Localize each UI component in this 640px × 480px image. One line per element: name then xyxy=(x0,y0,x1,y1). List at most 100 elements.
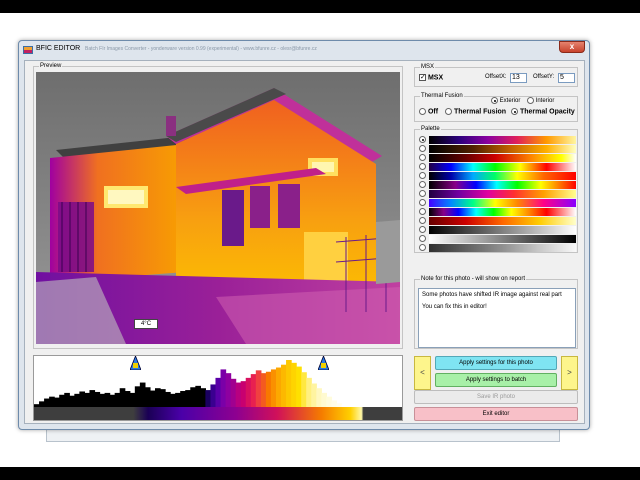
palette-radio-7[interactable] xyxy=(419,190,426,197)
client-area: Preview 4°C MSX ✓ MSX OffsetX: 13 Offset… xyxy=(24,60,585,424)
palette-swatch-6[interactable] xyxy=(429,181,576,189)
histogram-bar xyxy=(220,369,227,407)
histogram-bar xyxy=(79,391,86,407)
next-photo-button[interactable]: > xyxy=(561,356,578,390)
histogram-bar xyxy=(235,382,242,407)
thermal-preview-image[interactable]: 4°C xyxy=(36,72,400,344)
fusion-thermal-radio[interactable] xyxy=(445,108,452,115)
range-min-handle[interactable] xyxy=(130,356,141,370)
histogram-bar xyxy=(94,391,101,407)
fusion-off-row[interactable]: Off xyxy=(419,108,438,115)
palette-radio-11[interactable] xyxy=(419,226,426,233)
histogram-bar xyxy=(89,390,96,407)
fusion-opacity-radio[interactable] xyxy=(511,108,518,115)
histogram-bar xyxy=(185,390,191,407)
palette-swatch-4[interactable] xyxy=(429,163,576,171)
close-button[interactable]: x xyxy=(559,41,585,53)
palette-radio-3[interactable] xyxy=(419,154,426,161)
fusion-thermal-row[interactable]: Thermal Fusion xyxy=(445,108,506,115)
histogram-chart xyxy=(34,360,363,407)
palette-option-8[interactable] xyxy=(419,199,579,207)
palette-radio-4[interactable] xyxy=(419,163,426,170)
interior-radio[interactable] xyxy=(527,97,534,104)
note-legend: Note for this photo - will show on repor… xyxy=(420,275,527,283)
palette-radio-6[interactable] xyxy=(419,181,426,188)
thermal-fusion-group: Thermal Fusion Exterior Interior Off The… xyxy=(414,92,578,122)
palette-option-3[interactable] xyxy=(419,154,579,162)
palette-option-11[interactable] xyxy=(419,226,579,234)
thermal-fusion-legend: Thermal Fusion xyxy=(420,92,464,100)
palette-swatch-5[interactable] xyxy=(429,172,576,180)
preview-legend: Preview xyxy=(39,62,63,70)
msx-group: MSX ✓ MSX OffsetX: 13 OffsetY: 5 xyxy=(414,63,578,87)
exterior-radio[interactable] xyxy=(491,97,498,104)
palette-option-12[interactable] xyxy=(419,235,579,243)
palette-option-4[interactable] xyxy=(419,163,579,171)
prev-photo-button[interactable]: < xyxy=(414,356,431,390)
fusion-off-radio[interactable] xyxy=(419,108,426,115)
palette-radio-8[interactable] xyxy=(419,199,426,206)
palette-radio-12[interactable] xyxy=(419,235,426,242)
msx-checkbox[interactable]: ✓ xyxy=(419,74,426,81)
range-max-handle[interactable] xyxy=(318,356,329,370)
palette-option-9[interactable] xyxy=(419,208,579,216)
palette-radio-5[interactable] xyxy=(419,172,426,179)
palette-option-1[interactable] xyxy=(419,136,579,144)
note-textarea[interactable]: Some photos have shifted IR image agains… xyxy=(418,288,576,348)
save-ir-photo-button[interactable]: Save IR photo xyxy=(414,390,578,404)
palette-option-6[interactable] xyxy=(419,181,579,189)
histogram-bar xyxy=(311,383,317,407)
palette-option-2[interactable] xyxy=(419,145,579,153)
palette-option-5[interactable] xyxy=(419,172,579,180)
title-bar[interactable]: BFIC EDITOR Batch FIr Images Converter -… xyxy=(19,41,589,59)
palette-swatch-10[interactable] xyxy=(429,217,576,225)
palette-radio-1[interactable] xyxy=(419,136,426,143)
histogram-bar xyxy=(281,364,287,407)
palette-swatch-3[interactable] xyxy=(429,154,576,162)
palette-radio-9[interactable] xyxy=(419,208,426,215)
fusion-opacity-row[interactable]: Thermal Opacity xyxy=(511,108,575,115)
palette-radio-13[interactable] xyxy=(419,244,426,251)
histogram-bar xyxy=(160,389,166,407)
palette-option-13[interactable] xyxy=(419,244,579,252)
palette-group: Palette xyxy=(414,125,579,253)
offset-y-label: OffsetY: xyxy=(533,74,555,80)
letterbox-bottom xyxy=(0,467,640,480)
interior-radio-row[interactable]: Interior xyxy=(527,97,554,104)
histogram-bar xyxy=(119,388,126,407)
msx-checkbox-row[interactable]: ✓ MSX xyxy=(419,74,443,81)
palette-swatch-12[interactable] xyxy=(429,235,576,243)
histogram-bar xyxy=(114,392,121,407)
msx-legend: MSX xyxy=(420,63,436,71)
chevron-right-icon: > xyxy=(567,368,572,377)
histogram-bar xyxy=(270,369,277,407)
palette-swatch-7[interactable] xyxy=(429,190,576,198)
thermal-house-picture xyxy=(36,72,400,344)
apply-photo-button[interactable]: Apply settings for this photo xyxy=(435,356,557,370)
apply-batch-button[interactable]: Apply settings to batch xyxy=(435,373,557,387)
palette-swatch-8[interactable] xyxy=(429,199,576,207)
histogram-bar xyxy=(200,388,206,407)
palette-swatch-13[interactable] xyxy=(429,244,576,252)
palette-swatch-2[interactable] xyxy=(429,145,576,153)
offset-x-input[interactable]: 13 xyxy=(510,73,527,83)
palette-radio-10[interactable] xyxy=(419,217,426,224)
histogram-bar xyxy=(240,381,247,407)
exterior-radio-row[interactable]: Exterior xyxy=(491,97,520,104)
palette-option-10[interactable] xyxy=(419,217,579,225)
palette-swatch-9[interactable] xyxy=(429,208,576,216)
exit-editor-button[interactable]: Exit editor xyxy=(414,407,578,421)
note-group: Note for this photo - will show on repor… xyxy=(414,275,578,349)
histogram-bar xyxy=(316,388,322,407)
palette-swatch-11[interactable] xyxy=(429,226,576,234)
palette-radio-2[interactable] xyxy=(419,145,426,152)
histogram-bar xyxy=(99,393,106,407)
offset-y-input[interactable]: 5 xyxy=(558,73,575,83)
histogram-bar xyxy=(275,367,282,407)
histogram-bar xyxy=(291,362,297,407)
palette-swatch-1[interactable] xyxy=(429,136,576,144)
msx-checkbox-label: MSX xyxy=(427,74,444,82)
histogram-bar xyxy=(144,387,151,407)
palette-option-7[interactable] xyxy=(419,190,579,198)
histogram-bar xyxy=(205,390,212,407)
